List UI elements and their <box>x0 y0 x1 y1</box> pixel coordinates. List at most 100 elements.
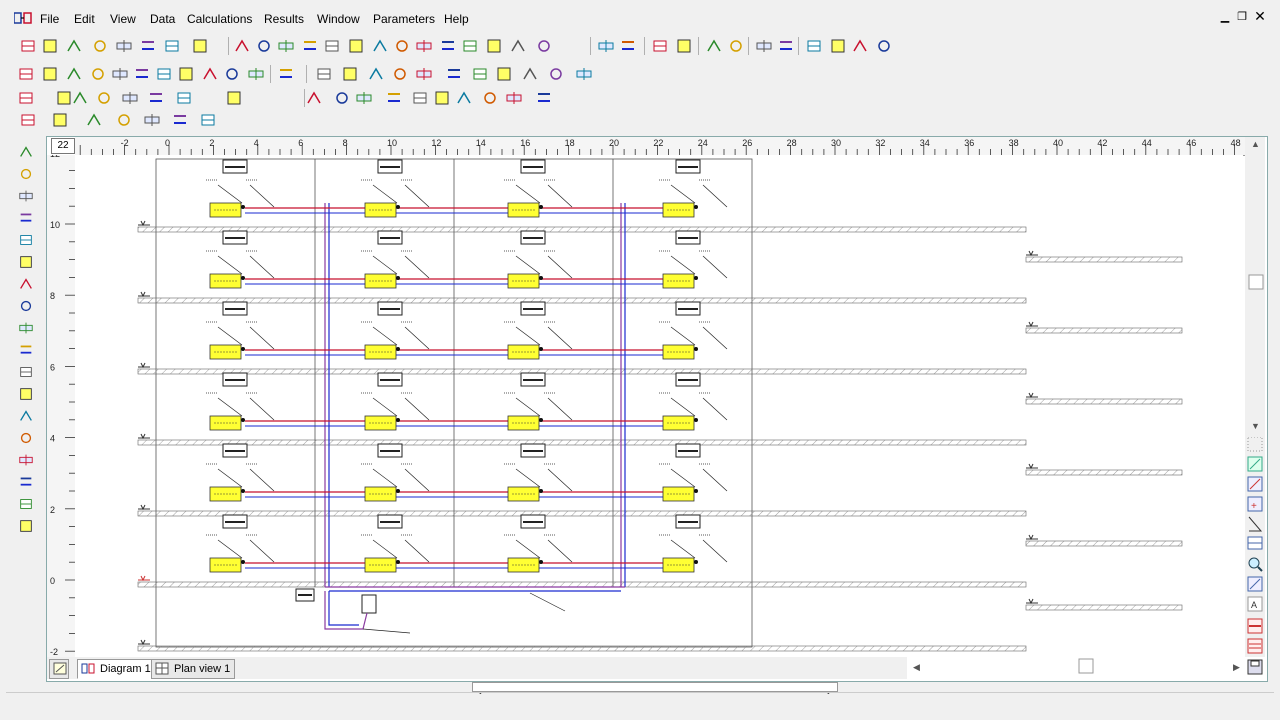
radiator-icon[interactable] <box>662 415 695 431</box>
open-folder-button[interactable] <box>16 164 36 184</box>
paste-button[interactable] <box>16 428 36 448</box>
table-icon[interactable] <box>1247 536 1263 550</box>
map-view-icon-button[interactable] <box>16 64 36 84</box>
select-area-icon-button[interactable] <box>64 36 84 56</box>
text-icon[interactable]: A <box>1247 596 1263 612</box>
radiator-icon[interactable] <box>507 344 540 360</box>
mirror-h-icon-button[interactable] <box>804 36 824 56</box>
hscroll-thumb[interactable] <box>1078 658 1094 674</box>
print-preview-button[interactable] <box>16 208 36 228</box>
radiator-icon[interactable] <box>364 415 397 431</box>
radiator-icon[interactable] <box>209 344 242 360</box>
radiator-icon[interactable] <box>364 557 397 573</box>
wall-icon-button[interactable] <box>314 64 334 84</box>
menu-edit[interactable]: Edit <box>74 12 95 26</box>
paint-icon-button[interactable] <box>88 64 108 84</box>
pump-icon-button[interactable] <box>392 36 412 56</box>
new-file-button[interactable] <box>16 142 36 162</box>
save-view-icon[interactable] <box>1247 659 1263 675</box>
grid-dots-icon[interactable] <box>1247 436 1263 452</box>
ruler-button[interactable] <box>16 318 36 338</box>
edit-button[interactable] <box>16 274 36 294</box>
menu-results[interactable]: Results <box>264 12 304 26</box>
radiator-icon[interactable] <box>662 486 695 502</box>
radiator-icon[interactable] <box>364 273 397 289</box>
copy-block-icon-button[interactable] <box>494 64 514 84</box>
hatch-icon-button[interactable] <box>332 88 352 108</box>
zoom-in-icon-button[interactable] <box>154 64 174 84</box>
minimize-button[interactable]: ▁ <box>1217 10 1233 23</box>
zoom-minus-icon-button[interactable] <box>222 64 242 84</box>
snap-icon[interactable] <box>1247 456 1263 472</box>
view3-icon-button[interactable] <box>84 110 104 130</box>
menu-window[interactable]: Window <box>317 12 360 26</box>
grid-tool-icon-button[interactable] <box>534 88 554 108</box>
dim2-icon-button[interactable] <box>384 88 404 108</box>
chart-icon-button[interactable] <box>484 36 504 56</box>
magnify-button[interactable] <box>16 296 36 316</box>
dash-icon-button[interactable] <box>504 88 524 108</box>
mirror-v-icon-button[interactable] <box>828 36 848 56</box>
slider2-icon-button[interactable] <box>174 88 194 108</box>
house-icon-button[interactable] <box>18 36 38 56</box>
calculator-button[interactable] <box>16 516 36 536</box>
close-button[interactable]: ✕ <box>1252 8 1268 25</box>
layers2-icon-button[interactable] <box>726 36 746 56</box>
menu-data[interactable]: Data <box>150 12 175 26</box>
radiator-icon[interactable] <box>662 273 695 289</box>
menu-help[interactable]: Help <box>444 12 469 26</box>
panel-splitter[interactable]: ⌄ ⌄ <box>472 682 838 696</box>
find-button[interactable] <box>16 472 36 492</box>
floor-icon-button[interactable] <box>254 36 274 56</box>
slider-icon-button[interactable] <box>146 88 166 108</box>
tank-icon-button[interactable] <box>460 36 480 56</box>
scroll-up-arrow-icon[interactable]: ▲ <box>1251 139 1260 149</box>
pipe-red-icon[interactable] <box>1247 618 1263 634</box>
gp-icon-button[interactable] <box>414 36 434 56</box>
tab-plan-view-1[interactable]: Plan view 1 <box>151 659 236 679</box>
text-tool-icon-button[interactable] <box>16 88 36 108</box>
dim1-icon-button[interactable] <box>354 88 374 108</box>
pointer-icon-button[interactable] <box>64 64 84 84</box>
hand-pan-icon-button[interactable] <box>110 64 130 84</box>
pipe-icon-button[interactable] <box>114 36 134 56</box>
radiator-icon[interactable] <box>507 273 540 289</box>
radiator-icon[interactable] <box>209 557 242 573</box>
cut-button[interactable] <box>16 384 36 404</box>
radiator-icon[interactable] <box>662 557 695 573</box>
view1-icon-button[interactable] <box>18 110 38 130</box>
radiator-icon[interactable] <box>209 486 242 502</box>
radiator-icon[interactable] <box>364 344 397 360</box>
rotate-icon-button[interactable] <box>850 36 870 56</box>
radiator-icon[interactable] <box>209 273 242 289</box>
scroll-left-arrow-icon[interactable]: ◀ <box>913 662 920 672</box>
layers-icon-button[interactable] <box>704 36 724 56</box>
view2-icon-button[interactable] <box>50 110 70 130</box>
node-edit-icon[interactable]: + <box>1247 496 1263 512</box>
radiator-icon[interactable] <box>364 202 397 218</box>
pipe-double-icon[interactable] <box>1247 638 1263 654</box>
print-button[interactable] <box>16 252 36 272</box>
check4-icon-button[interactable] <box>120 88 140 108</box>
route-icon-button[interactable] <box>276 64 296 84</box>
resize-icon[interactable] <box>1247 576 1263 592</box>
node-icon[interactable] <box>1247 476 1263 492</box>
stamp-icon-button[interactable] <box>546 64 566 84</box>
boiler-icon-button[interactable] <box>90 36 110 56</box>
yellow-box-icon-button[interactable] <box>390 64 410 84</box>
radiator-icon[interactable] <box>364 486 397 502</box>
list-icon-button[interactable] <box>470 64 490 84</box>
layer-icon-button[interactable] <box>322 36 342 56</box>
zoom-icon[interactable] <box>1248 557 1263 572</box>
table-tool-icon-button[interactable] <box>480 88 500 108</box>
layers-view-icon-button[interactable] <box>40 64 60 84</box>
menu-calculations[interactable]: Calculations <box>187 12 252 26</box>
view7-icon-button[interactable] <box>198 110 218 130</box>
thermostat-icon-button[interactable] <box>444 64 464 84</box>
radiator-icon[interactable] <box>662 202 695 218</box>
zoom-window-icon-button[interactable] <box>132 64 152 84</box>
globe-icon-button[interactable] <box>650 36 670 56</box>
sort-icon-button[interactable] <box>618 36 638 56</box>
riser-icon-button[interactable] <box>300 36 320 56</box>
flag-icon-button[interactable] <box>340 64 360 84</box>
